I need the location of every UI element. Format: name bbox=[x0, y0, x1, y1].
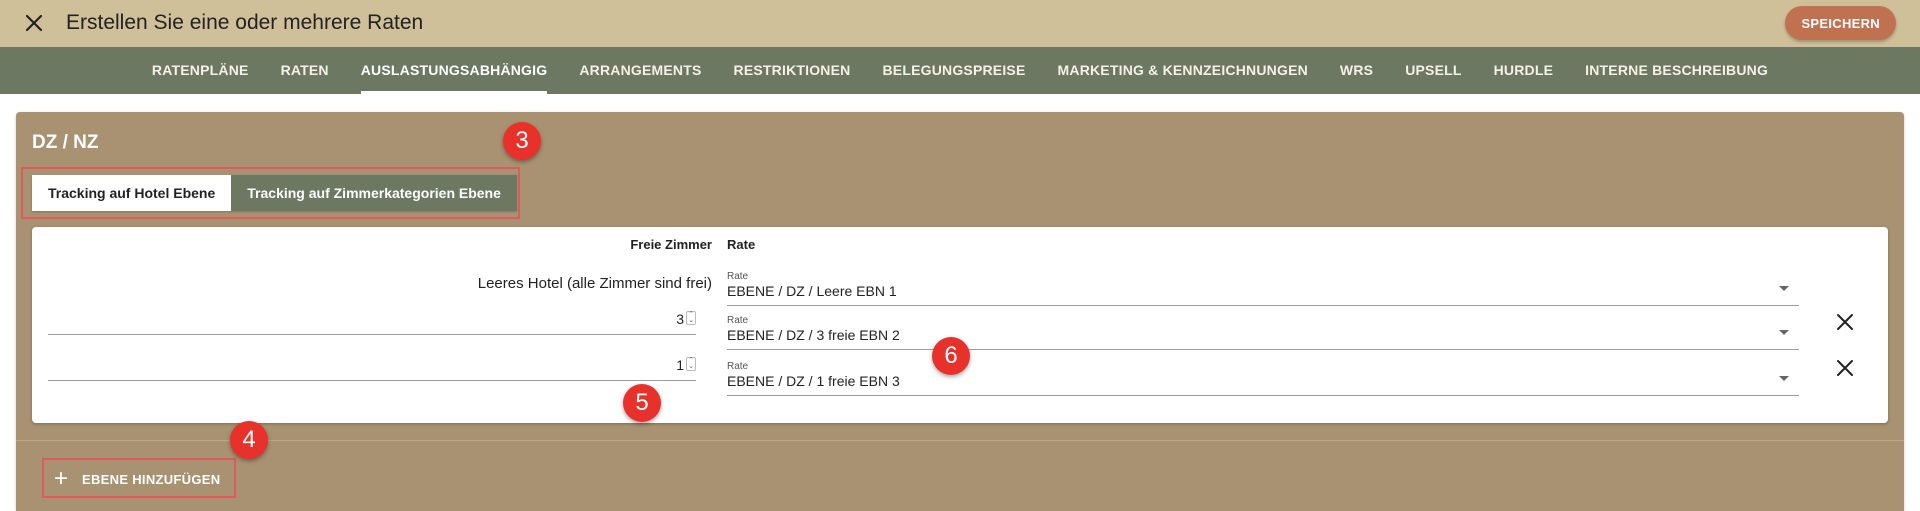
tracking-toggle: Tracking auf Hotel Ebene Tracking auf Zi… bbox=[32, 175, 517, 211]
tab-wrs[interactable]: WRS bbox=[1324, 47, 1389, 94]
section-title: DZ / NZ bbox=[32, 132, 99, 153]
close-icon[interactable] bbox=[22, 11, 46, 35]
rate-select-value: EBENE / DZ / 3 freie EBN 2 bbox=[727, 327, 900, 343]
chevron-down-icon[interactable] bbox=[1779, 376, 1789, 381]
rate-select-value: EBENE / DZ / Leere EBN 1 bbox=[727, 283, 897, 299]
save-button[interactable]: SPEICHERN bbox=[1785, 6, 1896, 40]
stepper-icon[interactable]: ⌃ ⌄ bbox=[686, 311, 696, 325]
add-level-button[interactable]: + EBENE HINZUFÜGEN bbox=[44, 463, 230, 495]
add-level-label: EBENE HINZUFÜGEN bbox=[82, 471, 221, 487]
free-rooms-input-level-3[interactable]: 1 ⌃ ⌄ bbox=[48, 354, 696, 381]
tab-hurdle[interactable]: HURDLE bbox=[1478, 47, 1570, 94]
tab-upsell[interactable]: UPSELL bbox=[1389, 47, 1477, 94]
tab-interne-beschreibung[interactable]: INTERNE BESCHREIBUNG bbox=[1569, 47, 1784, 94]
toggle-room-category-level[interactable]: Tracking auf Zimmerkategorien Ebene bbox=[231, 175, 517, 211]
rate-select-value: EBENE / DZ / 1 freie EBN 3 bbox=[727, 373, 900, 389]
annotation-badge-6: 6 bbox=[932, 337, 970, 375]
rate-select-label: Rate bbox=[727, 361, 749, 372]
stepper-icon[interactable]: ⌃ ⌄ bbox=[686, 357, 696, 371]
levels-card: Freie Zimmer Rate Leeres Hotel (alle Zim… bbox=[32, 227, 1888, 423]
chevron-down-icon[interactable] bbox=[1779, 286, 1789, 291]
plus-icon: + bbox=[54, 465, 69, 492]
rate-select-level-3[interactable]: Rate EBENE / DZ / 1 freie EBN 3 bbox=[727, 361, 1799, 396]
annotation-badge-3: 3 bbox=[503, 122, 541, 160]
divider bbox=[16, 440, 1904, 441]
page-title: Erstellen Sie eine oder mehrere Raten bbox=[66, 11, 424, 34]
tab-belegungspreise[interactable]: BELEGUNGSPREISE bbox=[866, 47, 1041, 94]
tab-raten[interactable]: RATEN bbox=[265, 47, 345, 94]
chevron-down-icon[interactable] bbox=[1779, 330, 1789, 335]
tab-marketing[interactable]: MARKETING & KENNZEICHNUNGEN bbox=[1042, 47, 1324, 94]
free-rooms-value: 1 bbox=[676, 357, 684, 373]
delete-level-2-icon[interactable] bbox=[1835, 312, 1855, 332]
nav-tabs: RATENPLÄNE RATEN AUSLASTUNGSABHÄNGIG ARR… bbox=[0, 47, 1920, 94]
free-rooms-input-level-2[interactable]: 3 ⌃ ⌄ bbox=[48, 308, 696, 335]
rate-select-label: Rate bbox=[727, 315, 749, 326]
toggle-hotel-level[interactable]: Tracking auf Hotel Ebene bbox=[32, 175, 232, 211]
empty-hotel-label: Leeres Hotel (alle Zimmer sind frei) bbox=[477, 275, 712, 292]
free-rooms-value: 3 bbox=[676, 311, 684, 327]
column-header-free-rooms: Freie Zimmer bbox=[630, 237, 712, 252]
tab-ratenplaene[interactable]: RATENPLÄNE bbox=[136, 47, 265, 94]
rate-level-panel: DZ / NZ Tracking auf Hotel Ebene Trackin… bbox=[16, 112, 1904, 511]
annotation-badge-4: 4 bbox=[230, 421, 268, 459]
rate-select-level-1[interactable]: Rate EBENE / DZ / Leere EBN 1 bbox=[727, 271, 1799, 306]
nav-bar: RATENPLÄNE RATEN AUSLASTUNGSABHÄNGIG ARR… bbox=[0, 47, 1920, 94]
top-bar: Erstellen Sie eine oder mehrere Raten SP… bbox=[0, 0, 1920, 47]
rate-select-level-2[interactable]: Rate EBENE / DZ / 3 freie EBN 2 bbox=[727, 315, 1799, 350]
tab-auslastungsabhaengig[interactable]: AUSLASTUNGSABHÄNGIG bbox=[345, 47, 564, 94]
annotation-badge-5: 5 bbox=[623, 384, 661, 422]
tab-restriktionen[interactable]: RESTRIKTIONEN bbox=[718, 47, 867, 94]
delete-level-3-icon[interactable] bbox=[1835, 358, 1855, 378]
column-header-rate: Rate bbox=[727, 237, 756, 252]
tab-arrangements[interactable]: ARRANGEMENTS bbox=[563, 47, 717, 94]
rate-select-label: Rate bbox=[727, 271, 749, 282]
